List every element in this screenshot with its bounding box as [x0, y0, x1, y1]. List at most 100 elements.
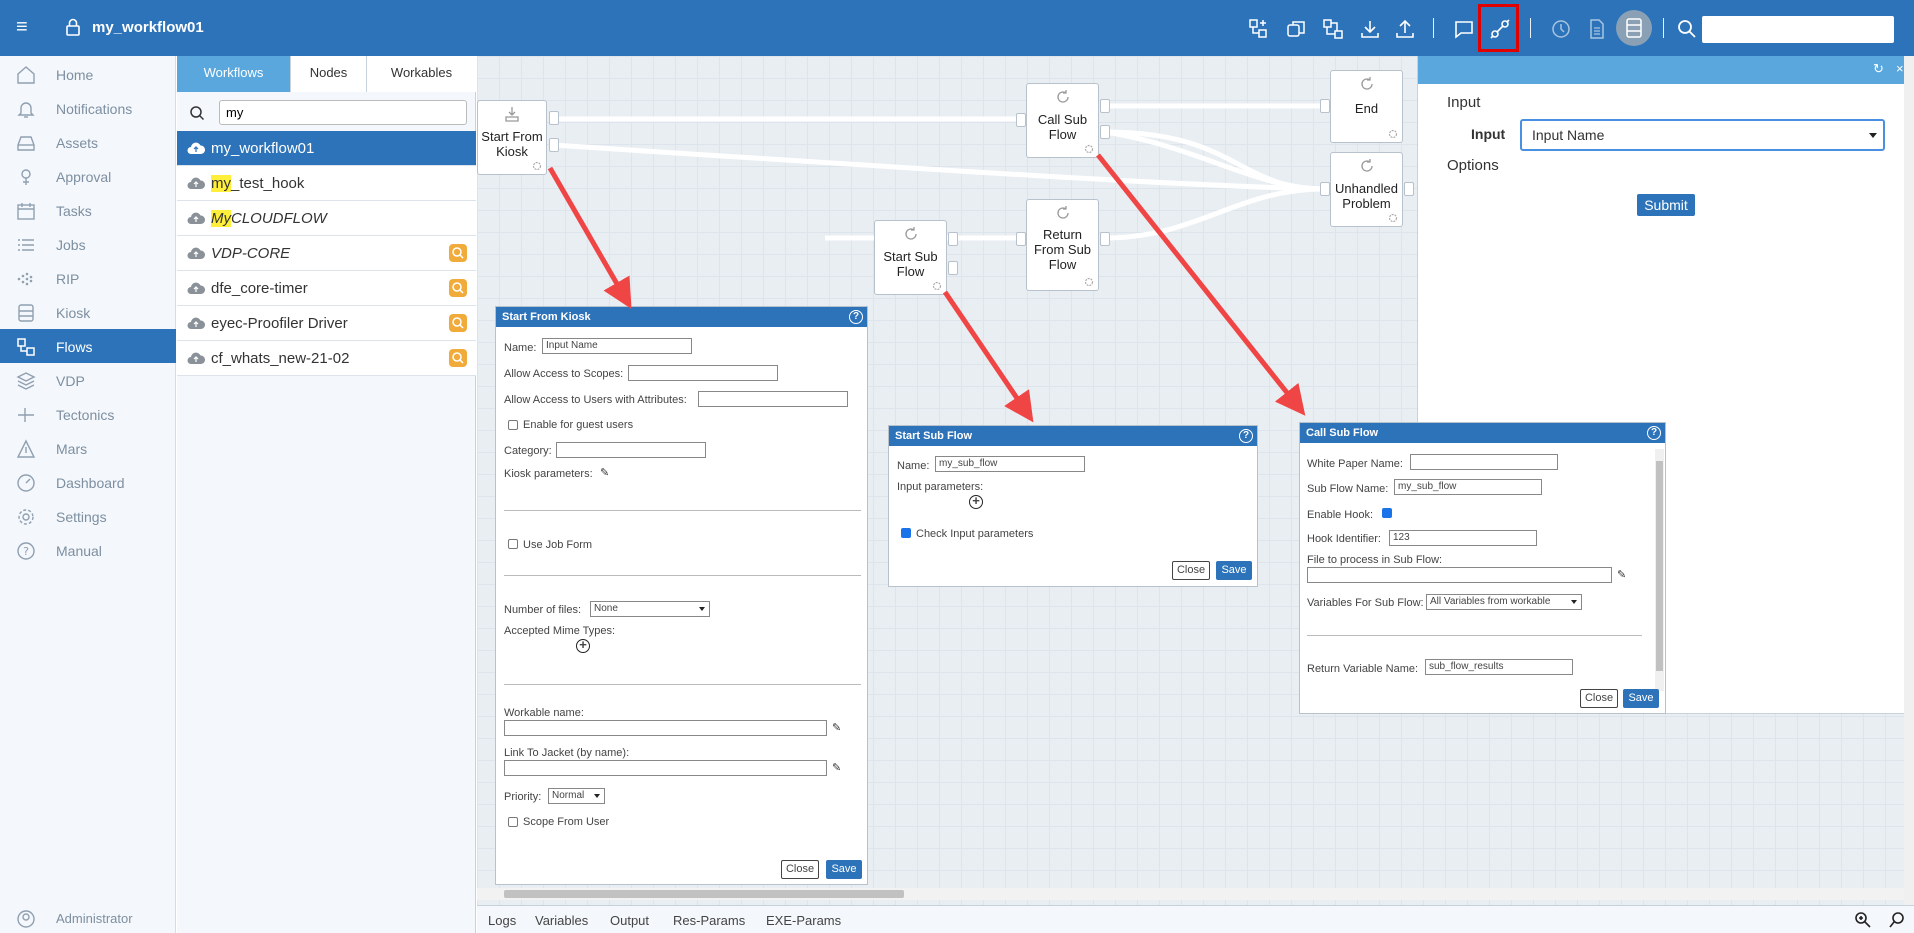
close-button[interactable]: Close [1580, 689, 1618, 708]
category-input[interactable] [556, 442, 706, 458]
help-icon[interactable]: ? [1239, 429, 1253, 443]
workable-name-input[interactable] [504, 720, 827, 736]
history-icon[interactable] [1550, 18, 1572, 40]
help-icon[interactable]: ? [849, 310, 863, 324]
file-to-process-input[interactable] [1307, 567, 1612, 583]
add-mime-icon[interactable]: + [576, 638, 590, 653]
workflow-list-item[interactable]: VDP-CORE [177, 236, 476, 271]
output-port[interactable] [549, 111, 559, 125]
users-attributes-input[interactable] [698, 391, 848, 407]
zoom-in-icon[interactable] [1854, 911, 1872, 929]
workflow-list-item[interactable]: my_workflow01 [177, 131, 476, 166]
canvas-horizontal-scrollbar[interactable] [477, 888, 1904, 900]
save-button[interactable]: Save [1623, 689, 1659, 708]
sidebar-user[interactable]: Administrator [0, 901, 176, 933]
gear-icon[interactable] [1084, 277, 1094, 287]
close-button[interactable]: Close [1172, 561, 1210, 580]
scrollbar-thumb[interactable] [1656, 461, 1663, 671]
workflow-list-item[interactable]: cf_whats_new-21-02 [177, 341, 476, 376]
output-port[interactable] [1404, 182, 1414, 196]
gear-icon[interactable] [932, 281, 942, 291]
jacket-input[interactable] [504, 760, 827, 776]
job-form-checkbox[interactable] [508, 539, 518, 549]
output-port[interactable] [1100, 125, 1110, 139]
tab-variables[interactable]: Variables [535, 913, 588, 928]
sidebar-item-flows[interactable]: Flows [0, 329, 176, 363]
tab-output[interactable]: Output [610, 913, 649, 928]
search-badge-icon[interactable] [449, 349, 467, 367]
gear-icon[interactable] [1084, 144, 1094, 154]
number-of-files-select[interactable]: None [590, 601, 710, 617]
save-button[interactable]: Save [1216, 561, 1252, 580]
node-unhandled-problem[interactable]: Unhandled Problem [1330, 152, 1403, 227]
node-end[interactable]: End [1330, 70, 1403, 143]
return-variable-input[interactable]: sub_flow_results [1425, 659, 1573, 675]
sidebar-item-settings[interactable]: Settings [0, 499, 176, 533]
edit-icon[interactable]: ✎ [832, 721, 841, 734]
gear-icon[interactable] [1388, 213, 1398, 223]
workflow-list-item[interactable]: MyCLOUDFLOW [177, 201, 476, 236]
gear-icon[interactable] [532, 161, 542, 171]
workflow-list-item[interactable]: my_test_hook [177, 166, 476, 201]
download-icon[interactable] [1359, 18, 1381, 40]
upload-icon[interactable] [1394, 18, 1416, 40]
enable-hook-checkbox[interactable] [1382, 508, 1392, 518]
tab-exe-params[interactable]: EXE-Params [766, 913, 841, 928]
document-icon[interactable] [1586, 18, 1608, 40]
sidebar-item-assets[interactable]: Assets [0, 125, 176, 159]
close-button[interactable]: Close [781, 860, 819, 879]
input-port[interactable] [1016, 232, 1026, 246]
help-icon[interactable]: ? [1647, 426, 1661, 440]
tab-logs[interactable]: Logs [488, 913, 516, 928]
workflow-list-item[interactable]: eyec-Proofiler Driver [177, 306, 476, 341]
tree-icon[interactable] [1322, 18, 1344, 40]
database-button[interactable] [1616, 10, 1652, 46]
input-port[interactable] [1320, 99, 1330, 113]
output-port[interactable] [948, 232, 958, 246]
dialog-scrollbar[interactable] [1655, 449, 1664, 691]
node-return-from-sub-flow[interactable]: Return From Sub Flow [1026, 199, 1099, 291]
add-parameter-icon[interactable]: + [969, 494, 983, 509]
panel-search-input[interactable] [219, 100, 467, 125]
tab-nodes[interactable]: Nodes [291, 56, 367, 92]
variables-select[interactable]: All Variables from workable [1426, 594, 1582, 610]
sidebar-item-tasks[interactable]: Tasks [0, 193, 176, 227]
sub-flow-name-input[interactable]: my_sub_flow [935, 456, 1085, 472]
tab-res-params[interactable]: Res-Params [673, 913, 745, 928]
gear-icon[interactable] [1388, 129, 1398, 139]
hook-identifier-input[interactable]: 123 [1389, 530, 1537, 546]
comment-icon[interactable] [1453, 18, 1475, 40]
tab-workflows[interactable]: Workflows [177, 56, 291, 92]
edit-icon[interactable]: ✎ [1617, 568, 1626, 581]
output-port[interactable] [549, 138, 559, 152]
search-badge-icon[interactable] [449, 244, 467, 262]
node-call-sub-flow[interactable]: Call Sub Flow [1026, 83, 1099, 158]
refresh-icon[interactable]: ↻ [1873, 62, 1885, 75]
zoom-fit-icon[interactable] [1889, 911, 1907, 929]
sidebar-item-dashboard[interactable]: Dashboard [0, 465, 176, 499]
sidebar-item-kiosk[interactable]: Kiosk [0, 295, 176, 329]
sidebar-item-jobs[interactable]: Jobs [0, 227, 176, 261]
edit-icon[interactable]: ✎ [832, 761, 841, 774]
node-start-from-kiosk[interactable]: Start From Kiosk [477, 100, 547, 175]
scope-from-user-checkbox[interactable] [508, 817, 518, 827]
search-icon[interactable] [1676, 18, 1698, 40]
submit-button[interactable]: Submit [1637, 194, 1695, 216]
search-badge-icon[interactable] [449, 314, 467, 332]
canvas-vertical-scrollbar[interactable] [1904, 56, 1914, 905]
node-start-sub-flow[interactable]: Start Sub Flow [874, 220, 947, 295]
sidebar-item-tectonics[interactable]: Tectonics [0, 397, 176, 431]
white-paper-input[interactable] [1410, 454, 1558, 470]
guest-users-checkbox[interactable] [508, 420, 518, 430]
sidebar-item-mars[interactable]: Mars [0, 431, 176, 465]
sub-flow-name-input[interactable]: my_sub_flow [1394, 479, 1542, 495]
priority-select[interactable]: Normal [548, 788, 605, 804]
menu-icon[interactable]: ≡ [16, 16, 36, 38]
sidebar-item-home[interactable]: Home [0, 57, 176, 91]
output-port[interactable] [948, 261, 958, 275]
global-search-input[interactable] [1702, 16, 1894, 43]
save-button[interactable]: Save [826, 860, 862, 879]
add-node-icon[interactable] [1248, 18, 1270, 40]
sidebar-item-rip[interactable]: RIP [0, 261, 176, 295]
input-select[interactable]: Input Name [1520, 119, 1885, 151]
